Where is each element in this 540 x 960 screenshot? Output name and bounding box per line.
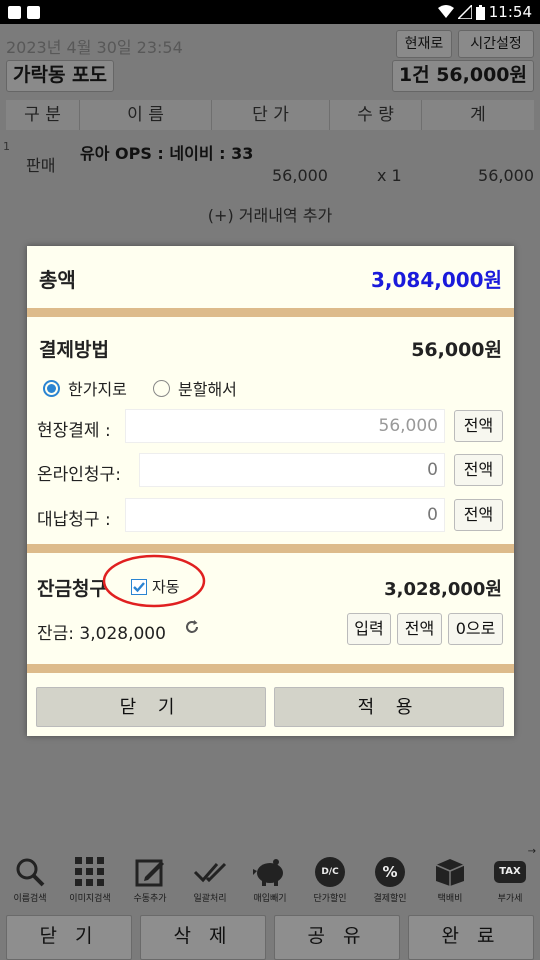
transaction-date: 2023년 4월 30일 23:54 [6,38,183,57]
add-transaction-button[interactable]: (+) 거래내역 추가 [0,196,540,236]
grid-icon [73,855,107,889]
tool-name-search[interactable]: 이름검색 [0,852,60,910]
table-row[interactable]: 1 판매 유아 OPS : 네이비 : 33 56,000 x 1 56,000 [0,136,540,192]
onsite-full-button[interactable]: 전액 [454,410,503,442]
payment-method-value: 56,000원 [411,339,502,361]
radio-split[interactable]: 분할해서 [153,376,237,400]
dialog-close-button[interactable]: 닫 기 [36,687,266,727]
total-value: 3,084,000원 [370,268,502,292]
payment-method-label: 결제방법 [39,339,109,361]
now-button[interactable]: 현재로 [396,30,452,58]
row-total: 56,000 [478,166,534,185]
proxy-label: 대납청구 : [37,510,111,530]
tool-payment-discount[interactable]: % 결제할인 [360,852,420,910]
col-name: 이 름 [80,100,212,130]
annotation-circle [102,554,206,608]
total-label: 총액 [39,268,76,292]
time-setting-button[interactable]: 시간설정 [458,30,534,58]
radio-single-label: 한가지로 [68,380,127,399]
tool-label: 일괄처리 [193,894,227,904]
tool-image-search[interactable]: 이미지검색 [60,852,120,910]
store-name[interactable]: 가락동 포도 [6,60,115,92]
onsite-payment-input[interactable]: 56,000 [125,409,445,443]
row-price: 56,000 [272,166,328,185]
online-full-button[interactable]: 전액 [454,454,503,486]
tax-badge: TAX [494,861,526,883]
tool-price-discount[interactable]: D/C 단가할인 [300,852,360,910]
radio-checked-icon [43,379,60,397]
double-check-icon [193,855,227,889]
piggy-bank-icon [253,855,287,889]
tool-label: 택배비 [437,894,463,904]
row-qty: x 1 [377,166,402,185]
notification-icon [8,5,21,19]
edit-icon [133,855,167,889]
battery-icon [475,4,485,20]
wifi-icon [437,5,454,18]
tool-manual-add[interactable]: 수동추가 [120,852,180,910]
tool-label: 이미지검색 [69,894,111,904]
delete-button[interactable]: 삭 제 [140,915,266,960]
dc-badge: D/C [315,857,345,887]
col-type: 구 분 [6,100,80,130]
dc-icon: D/C [313,855,347,889]
col-total: 계 [470,105,486,125]
online-billing-input[interactable]: 0 [139,453,445,487]
date-bar: 2023년 4월 30일 23:54 현재로 시간설정 [0,30,540,58]
remaining-text: 잔금: 3,028,000 [37,624,166,644]
refresh-icon[interactable] [183,618,201,636]
balance-zero-button[interactable]: 0으로 [448,613,503,645]
onsite-label: 현장결제 : [37,421,111,441]
tool-bar: 이름검색 이미지검색 수동추가 일괄처리 매입빼기 D/C 단가할인 % 결제할 [0,852,540,910]
balance-input-button[interactable]: 입력 [347,613,391,645]
balance-all-button[interactable]: 전액 [397,613,442,645]
radio-split-label: 분할해서 [178,380,237,399]
bottom-buttons: 닫 기 삭 제 공 유 완 료 [0,915,540,960]
scroll-right-arrow-icon[interactable]: → [528,846,536,857]
title-row: 가락동 포도 1건 56,000원 [0,60,540,92]
complete-button[interactable]: 완 료 [408,915,534,960]
balance-value: 3,028,000원 [384,579,502,600]
tool-label: 이름검색 [13,894,47,904]
tool-purchase-subtract[interactable]: 매입빼기 [240,852,300,910]
tool-delivery-fee[interactable]: 택배비 [420,852,480,910]
online-label: 온라인청구: [37,465,121,485]
col-price: 단 가 [212,100,330,130]
radio-unchecked-icon [153,379,170,397]
share-button[interactable]: 공 유 [274,915,400,960]
percent-badge: % [375,857,405,887]
search-icon [13,855,47,889]
order-summary: 1건 56,000원 [391,60,534,92]
tool-label: 매입빼기 [253,894,287,904]
proxy-billing-input[interactable]: 0 [125,498,445,532]
radio-single[interactable]: 한가지로 [43,376,127,400]
status-bar: 11:54 [0,0,540,24]
notification-icons [8,4,46,20]
balance-label: 잔금청구 [37,578,107,600]
percent-icon: % [373,855,407,889]
tool-vat[interactable]: TAX 부가세 [480,852,540,910]
tool-label: 부가세 [497,894,523,904]
tool-batch-process[interactable]: 일괄처리 [180,852,240,910]
row-name: 유아 OPS : 네이비 : 33 [80,144,254,163]
separator [27,308,514,317]
tax-icon: TAX [493,855,527,889]
image-notification-icon [27,5,40,19]
tool-label: 수동추가 [133,894,167,904]
clock: 11:54 [488,3,532,21]
col-qty: 수 량 [330,100,422,130]
payment-dialog: 총액 3,084,000원 결제방법 56,000원 한가지로 분할해서 현장결… [27,246,514,736]
signal-icon [457,5,472,19]
table-header: 구 분 이 름 단 가 수 량 계 [6,100,534,130]
close-button[interactable]: 닫 기 [6,915,132,960]
tool-label: 결제할인 [373,894,407,904]
row-type: 판매 [26,156,56,175]
separator [27,664,514,673]
box-icon [433,855,467,889]
proxy-full-button[interactable]: 전액 [454,499,503,531]
row-index: 1 [3,140,10,153]
dialog-apply-button[interactable]: 적 용 [274,687,504,727]
tool-label: 단가할인 [313,894,347,904]
